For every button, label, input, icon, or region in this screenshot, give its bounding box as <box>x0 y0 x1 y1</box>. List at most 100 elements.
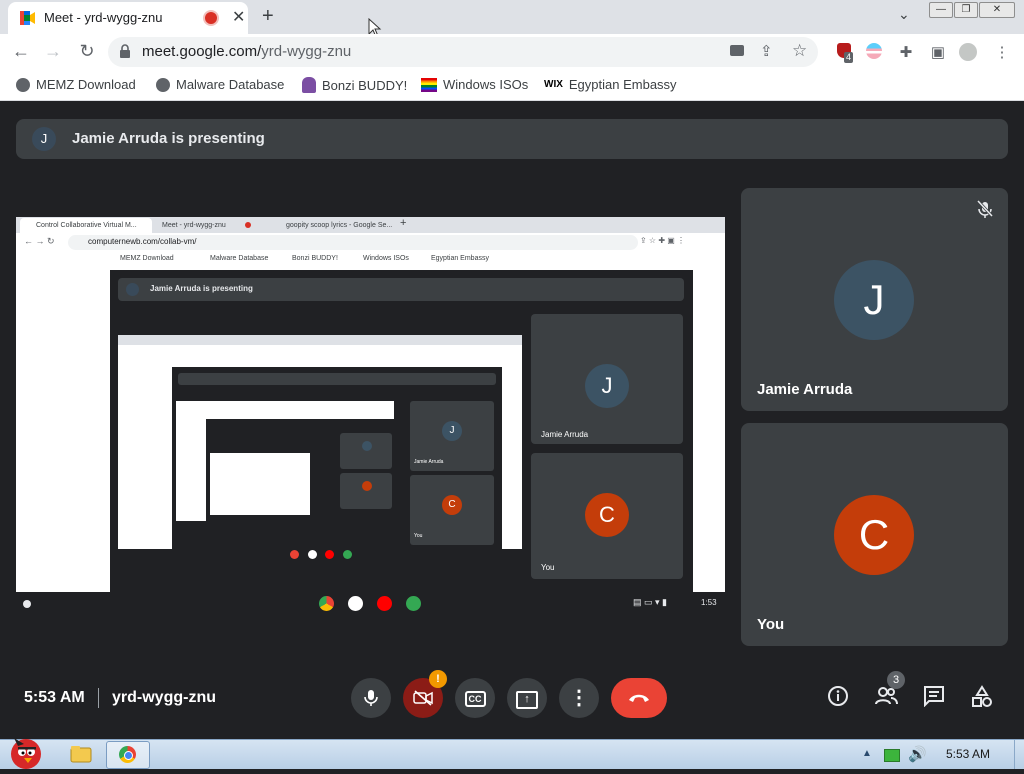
close-tab-icon[interactable]: ✕ <box>232 7 245 27</box>
presenter-avatar: J <box>32 127 56 151</box>
close-window-button[interactable]: ✕ <box>979 2 1015 18</box>
shared-shelf-icons <box>290 550 352 561</box>
participant-name: You <box>757 616 785 633</box>
url-text: meet.google.com/yrd-wygg-znu <box>142 43 352 60</box>
lock-icon <box>120 44 130 58</box>
captions-button[interactable]: CC <box>455 678 495 718</box>
browser-tab-strip: Meet - yrd-wygg-znu ✕ + ⌄ — ❐ ✕ <box>0 0 1024 38</box>
youtube-shelf-icon <box>377 596 392 611</box>
bookmark-windows-isos[interactable]: Windows ISOs <box>421 77 528 92</box>
tab-title: Meet - yrd-wygg-znu <box>44 10 163 25</box>
side-panel-icon[interactable]: ▣ <box>928 43 948 63</box>
shared-tile-2-avatar: C <box>585 493 629 537</box>
network-icon[interactable] <box>884 749 900 762</box>
camera-toggle-button[interactable]: ! <box>403 670 447 718</box>
bookmark-bonzi-buddy[interactable]: Bonzi BUDDY! <box>302 77 407 93</box>
gorilla-icon <box>302 77 316 93</box>
presenting-text: Jamie Arruda is presenting <box>72 130 265 147</box>
mic-off-icon <box>976 199 994 222</box>
reload-icon[interactable]: ↻ <box>76 41 98 62</box>
end-call-icon <box>629 694 649 702</box>
meet-shelf-icon <box>406 596 421 611</box>
activities-icon[interactable] <box>969 685 995 711</box>
bookmark-memz-download[interactable]: MEMZ Download <box>16 77 136 92</box>
show-desktop-button[interactable] <box>1014 740 1024 769</box>
volume-icon[interactable]: 🔊 <box>908 745 927 763</box>
meeting-code: yrd-wygg-znu <box>112 689 216 706</box>
microphone-button[interactable] <box>351 678 391 718</box>
shelf-time: 1:53 <box>701 598 717 607</box>
chrome-taskbar-button[interactable] <box>106 741 150 769</box>
shared-new-tab-icon: + <box>400 217 407 229</box>
meeting-details-icon[interactable] <box>825 685 851 711</box>
tab-search-chevron-icon[interactable]: ⌄ <box>898 6 910 23</box>
microphone-icon <box>364 690 378 706</box>
globe-icon <box>156 77 170 92</box>
participant-tile-you: C You <box>741 423 1008 646</box>
nested-shared-screen: J Jamie Arruda C You <box>118 335 522 549</box>
chrome-menu-icon[interactable]: ⋮ <box>992 43 1012 63</box>
shared-toolbar-icons: ⇪ ☆ ✚ ▣ ⋮ <box>640 236 686 245</box>
extensions-puzzle-icon[interactable]: ✚ <box>896 43 916 63</box>
browser-tab-meet[interactable]: Meet - yrd-wygg-znu ✕ <box>8 2 248 34</box>
meet-control-bar: 5:53 AM yrd-wygg-znu ! CC ↑ ⋮ 3 <box>0 664 1024 732</box>
more-vert-icon: ⋮ <box>569 687 589 709</box>
profile-avatar-icon[interactable] <box>958 43 978 63</box>
show-hidden-icons[interactable]: ▲ <box>862 748 872 759</box>
present-screen-icon: ↑ <box>516 691 538 709</box>
shared-bookmark-3: Bonzi BUDDY! <box>292 255 338 262</box>
address-bar[interactable]: meet.google.com/yrd-wygg-znu ⇪ ☆ <box>108 37 818 67</box>
minimize-window-button[interactable]: — <box>929 2 953 18</box>
participant-avatar: C <box>834 495 914 575</box>
captions-icon: CC <box>464 691 486 707</box>
shared-tile-jamie: J Jamie Arruda <box>531 314 683 444</box>
pride-extension-icon[interactable] <box>864 43 884 63</box>
shared-bookmark-5: Egyptian Embassy <box>431 255 489 262</box>
shelf-status-icons: ▤ ▭ ▾ ▮ <box>633 597 667 607</box>
camera-off-icon <box>413 690 433 706</box>
explorer-taskbar-icon[interactable] <box>70 745 92 763</box>
shared-tile-2-name: You <box>541 563 555 572</box>
back-icon[interactable]: ← <box>10 41 32 62</box>
camera-in-use-icon[interactable] <box>730 45 744 56</box>
shared-toolbar: ← → ↻ computernewb.com/collab-vm/ ⇪ ☆ ✚ … <box>16 233 725 252</box>
present-now-button[interactable]: ↑ <box>507 678 547 718</box>
more-options-button[interactable]: ⋮ <box>559 678 599 718</box>
shared-tab-meet: Meet - yrd-wygg-znu <box>162 222 226 229</box>
taskbar-clock[interactable]: 5:53 AM <box>946 747 990 761</box>
wix-icon: WIX <box>544 79 563 90</box>
launcher-icon <box>23 600 31 608</box>
shared-bookmark-2: Malware Database <box>210 255 269 262</box>
shared-tile-you: C You <box>531 453 683 579</box>
recording-icon <box>205 12 217 24</box>
share-icon[interactable]: ⇪ <box>760 42 773 60</box>
chat-icon[interactable] <box>921 685 947 711</box>
shared-tab-google-search: goopity scoop lyrics - Google Se... <box>286 222 393 229</box>
google-meet-icon <box>20 11 35 25</box>
nested-tile-2-name: You <box>414 533 423 539</box>
participant-avatar: J <box>834 260 914 340</box>
shield-extension-icon[interactable]: 4 <box>834 43 854 63</box>
chrome-shelf-icon <box>319 596 334 611</box>
shared-screen: Control Collaborative Virtual M... Meet … <box>16 217 725 592</box>
presenting-banner: J Jamie Arruda is presenting <box>16 119 1008 159</box>
leave-call-button[interactable] <box>611 678 667 718</box>
new-tab-icon[interactable]: + <box>262 5 274 28</box>
participant-name: Jamie Arruda <box>757 381 853 398</box>
meeting-time: 5:53 AM <box>24 689 85 706</box>
shared-tile-1-avatar: J <box>585 364 629 408</box>
forward-icon[interactable]: → <box>42 41 64 62</box>
shared-tab-collabvm: Control Collaborative Virtual M... <box>20 218 152 233</box>
gmail-shelf-icon <box>348 596 363 611</box>
bookmark-star-icon[interactable]: ☆ <box>792 41 807 61</box>
shared-banner-text: Jamie Arruda is presenting <box>150 284 253 293</box>
windows-taskbar: ▲ 🔊 5:53 AM <box>0 738 1024 769</box>
bookmark-malware-database[interactable]: Malware Database <box>156 77 284 92</box>
maximize-window-button[interactable]: ❐ <box>954 2 978 18</box>
shared-presenting-banner: Jamie Arruda is presenting <box>118 278 684 301</box>
shared-recording-icon <box>245 222 251 228</box>
bookmark-egyptian-embassy[interactable]: WIX Egyptian Embassy <box>544 77 677 92</box>
participant-tile-jamie: J Jamie Arruda <box>741 188 1008 411</box>
angry-bird-start-icon[interactable] <box>4 732 44 769</box>
extension-badge: 4 <box>844 52 854 63</box>
